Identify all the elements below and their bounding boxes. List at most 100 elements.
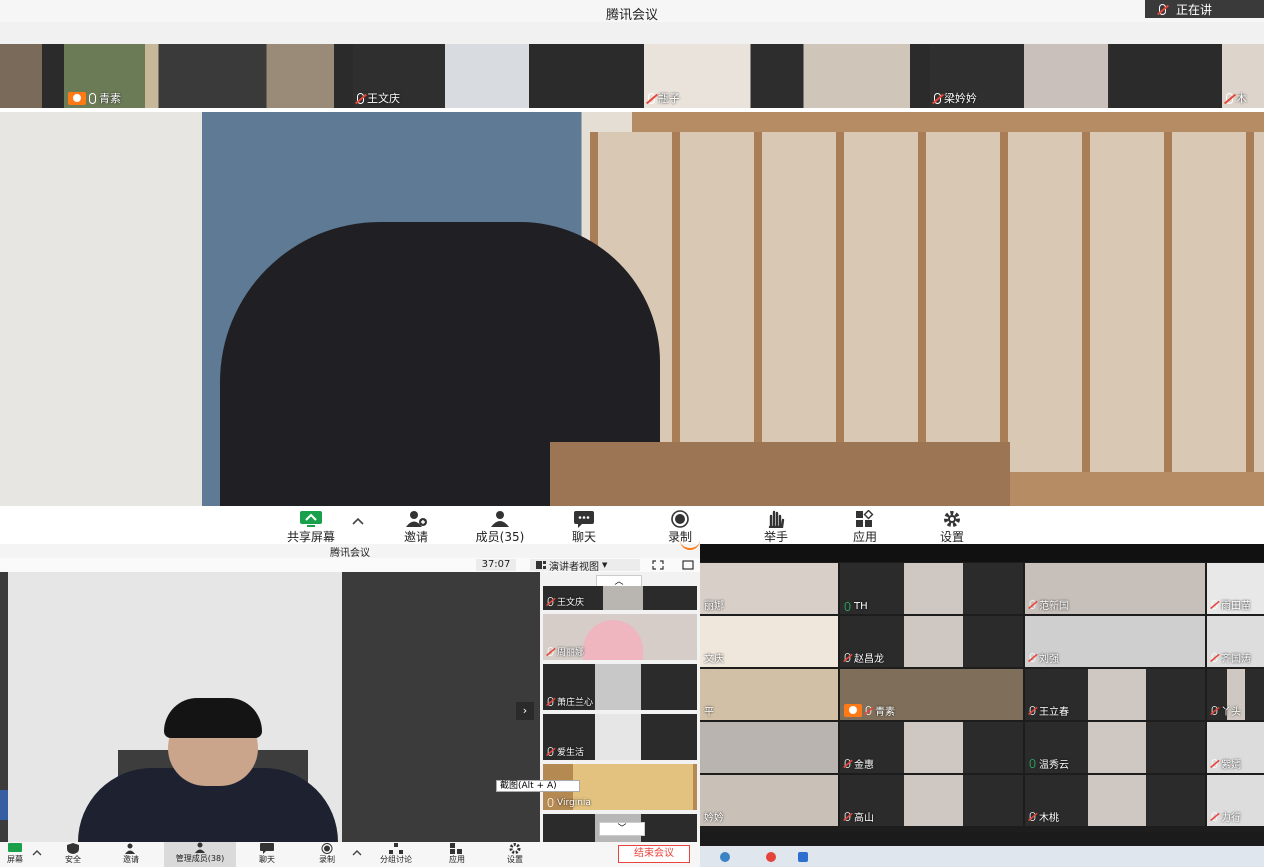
view-dropdown[interactable]: 演讲者视图 ▼ <box>530 559 640 573</box>
invite-icon <box>406 511 427 527</box>
window-mode-icon[interactable] <box>682 560 694 570</box>
side-tile-6[interactable]: ﹀ <box>543 814 697 842</box>
gallery-tile-name: 高山 <box>854 813 874 824</box>
chevron-down-icon: ▼ <box>602 561 608 569</box>
apps-button[interactable]: 应用 <box>845 510 885 545</box>
gallery-tile-name: 妗妗 <box>704 813 724 824</box>
gallery-tile[interactable]: 雨田苗 <box>1207 563 1264 614</box>
video-tile-qingsu[interactable]: 青素 <box>64 44 334 108</box>
chevron-up-icon[interactable] <box>352 516 364 526</box>
mic-muted-icon <box>1159 3 1166 15</box>
record-button-small[interactable]: 录制 <box>312 843 342 865</box>
settings-button-small[interactable]: 设置 <box>500 843 530 865</box>
top-toolbar: 共享屏幕 邀请 成员(35) 聊天 录制 举手 应用 设置 <box>0 506 1264 544</box>
raise-hand-icon <box>768 510 785 528</box>
top-titlebar: 腾讯会议 正在讲 <box>0 0 1264 23</box>
side-tile-4[interactable]: 爱生活 <box>543 714 697 760</box>
video-tile-mu[interactable]: 木 <box>1222 44 1264 108</box>
gallery-tile[interactable]: 力行 <box>1207 775 1264 826</box>
gallery-tile[interactable]: 王立春 <box>1025 669 1205 720</box>
gallery-tile[interactable]: 范新国 <box>1025 563 1205 614</box>
mic-muted-icon <box>1029 706 1036 715</box>
video-tile-liangjinjin[interactable]: 梁妗妗 <box>930 44 1110 108</box>
record-icon <box>321 843 333 854</box>
video-tile-wangwenqing[interactable]: 王文庆 <box>353 44 529 108</box>
gallery-tile-name: 赵昌龙 <box>854 654 884 665</box>
mic-muted-icon <box>547 647 554 656</box>
mic-icon <box>89 92 96 104</box>
gallery-tile[interactable]: 金惠 <box>840 722 1023 773</box>
gallery-tile[interactable]: 紫嫣 <box>1207 722 1264 773</box>
gallery-tile-name: 平 <box>704 707 714 718</box>
mic-muted-icon <box>1211 653 1218 662</box>
share-screen-button-small[interactable]: 屏幕 <box>0 843 30 865</box>
collapse-panel-button[interactable]: › <box>516 702 534 720</box>
gallery-tile[interactable]: 丽娜 <box>700 563 838 614</box>
gallery-tile[interactable]: 青素 <box>840 669 1023 720</box>
apps-button-small[interactable]: 应用 <box>442 843 472 865</box>
gallery-topbar <box>700 544 1264 562</box>
gallery-tile[interactable]: 木桃 <box>1025 775 1205 826</box>
scroll-down-button[interactable]: ﹀ <box>599 822 645 836</box>
manage-members-button[interactable]: 管理成员(38) <box>164 842 236 867</box>
video-tile-pingzi[interactable]: 瓶子 <box>644 44 910 108</box>
chat-button[interactable]: 聊天 <box>564 510 604 545</box>
invite-button-small[interactable]: 邀请 <box>116 843 146 865</box>
settings-button[interactable]: 设置 <box>932 510 972 545</box>
mic-icon <box>844 602 851 611</box>
gallery-tile[interactable]: 刘强 <box>1025 616 1205 667</box>
mic-muted-icon <box>1029 653 1036 662</box>
gallery-tile[interactable]: 高山 <box>840 775 1023 826</box>
gear-icon <box>509 843 521 854</box>
chevron-up-icon[interactable] <box>32 848 42 856</box>
mic-icon <box>547 798 554 807</box>
gallery-tile[interactable]: 妗妗 <box>700 775 838 826</box>
side-tile-2[interactable]: 周丽娜 <box>543 614 697 660</box>
taskbar <box>700 846 1264 867</box>
gallery-tile[interactable]: 温秀云 <box>1025 722 1205 773</box>
gallery-tile[interactable]: 齐国涛 <box>1207 616 1264 667</box>
window-title: 腾讯会议 <box>605 8 658 23</box>
gallery-tile[interactable]: TH <box>840 563 1023 614</box>
members-button[interactable]: 成员(35) <box>466 510 534 545</box>
chevron-up-icon[interactable] <box>352 848 362 856</box>
side-tile-3[interactable]: 萧庄兰心 <box>543 664 697 710</box>
gallery-tile[interactable] <box>700 722 838 773</box>
gallery-tile-name: 青素 <box>875 707 895 718</box>
gallery-tile[interactable]: 平 <box>700 669 838 720</box>
video-tile-partial[interactable] <box>0 44 42 108</box>
mic-muted-icon <box>547 747 554 756</box>
apps-icon <box>856 510 874 527</box>
breakout-rooms-button[interactable]: 分组讨论 <box>372 843 420 865</box>
gallery-tile-name: 范新国 <box>1039 601 1069 612</box>
fullscreen-icon[interactable] <box>652 560 664 570</box>
left-speaker-video[interactable] <box>8 572 342 842</box>
security-button[interactable]: 安全 <box>58 843 88 865</box>
mic-muted-icon <box>547 597 554 606</box>
gallery-tile[interactable]: 丫头 <box>1207 669 1264 720</box>
invite-icon <box>125 843 135 854</box>
gallery-tile-name: TH <box>854 601 868 612</box>
mic-muted-icon <box>844 759 851 768</box>
end-meeting-button[interactable]: 结束会议 <box>618 845 690 863</box>
gallery-tile-name: 雨田苗 <box>1221 601 1251 612</box>
chat-button-small[interactable]: 聊天 <box>252 843 282 865</box>
members-icon <box>491 511 509 527</box>
mic-muted-icon <box>547 697 554 706</box>
apps-icon <box>450 843 462 854</box>
gallery-tile[interactable]: 文庆 <box>700 616 838 667</box>
invite-button[interactable]: 邀请 <box>396 510 436 545</box>
gear-icon <box>944 511 960 527</box>
mic-muted-icon <box>1029 600 1036 609</box>
left-infobar: 37:07 演讲者视图 ▼ <box>0 558 700 573</box>
gallery-tile[interactable]: 赵昌龙 <box>840 616 1023 667</box>
gallery-tile-name: 丫头 <box>1221 707 1241 718</box>
share-screen-button[interactable]: 共享屏幕 <box>282 510 340 545</box>
gallery-tile-name: 力行 <box>1221 813 1241 824</box>
side-tile-1[interactable]: 王文庆 <box>543 586 697 610</box>
top-spacer <box>0 22 1264 44</box>
raise-hand-button[interactable]: 举手 <box>756 510 796 545</box>
chat-icon <box>260 843 274 854</box>
main-speaker-video[interactable] <box>0 112 1264 506</box>
gallery-tile-name: 文庆 <box>704 654 724 665</box>
